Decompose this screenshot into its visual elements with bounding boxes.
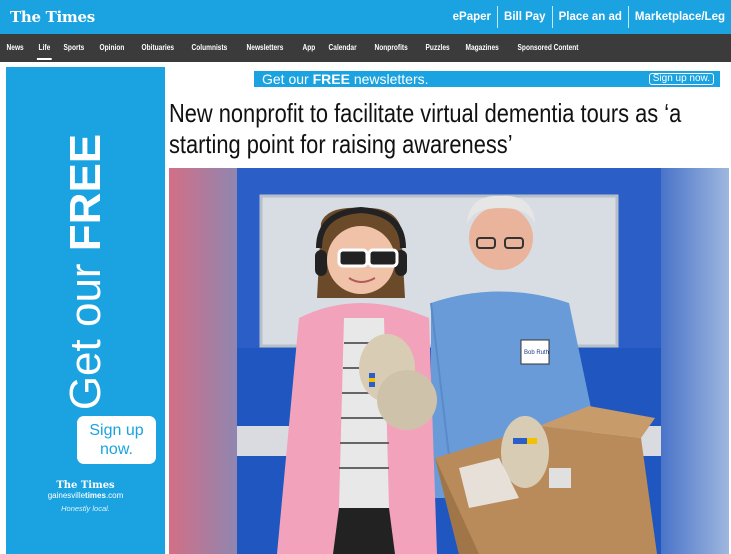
nav-item-sports[interactable]: Sports	[57, 34, 91, 62]
article-photo[interactable]: Bob Ruth	[169, 168, 729, 554]
ad-logo: The Times	[56, 480, 115, 491]
newsletter-side-ad[interactable]: Get our FREE Sign up now. The Times gain…	[6, 67, 165, 554]
nav-item-opinion[interactable]: Opinion	[93, 34, 131, 62]
banner-text: Get our FREE newsletters.	[262, 71, 429, 87]
nav-item-sponsored-content[interactable]: Sponsored Content	[511, 34, 585, 62]
ad-domain-bold: times	[85, 491, 106, 500]
nav-item-app[interactable]: App	[296, 34, 322, 62]
ad-domain-post: .com	[105, 491, 124, 500]
nav-item-nonprofits[interactable]: Nonprofits	[368, 34, 414, 62]
ad-signup-line1: Sign up	[89, 422, 144, 439]
name-badge-text: Bob Ruth	[524, 350, 549, 356]
top-link-place-ad[interactable]: Place an ad	[551, 6, 628, 28]
article-headline: New nonprofit to facilitate virtual deme…	[169, 98, 682, 159]
top-link-marketplace[interactable]: Marketplace/Leg	[627, 6, 731, 28]
nav-item-newsletters[interactable]: Newsletters	[240, 34, 290, 62]
main-nav: News Life Sports Opinion Obituaries Colu…	[0, 34, 731, 62]
newsletter-banner[interactable]: Get our FREE newsletters. Sign up now.	[254, 71, 720, 87]
ad-domain: gainesvilletimes.com	[6, 491, 165, 500]
ad-vertical-text: Get our FREE	[61, 134, 111, 410]
top-links: ePaper Bill Pay Place an ad Marketplace/…	[447, 0, 731, 34]
ad-text-emphasis: FREE	[60, 133, 110, 252]
ad-signup-button[interactable]: Sign up now.	[77, 416, 156, 464]
nav-item-columnists[interactable]: Columnists	[185, 34, 234, 62]
nav-item-obituaries[interactable]: Obituaries	[135, 34, 181, 62]
banner-text-emphasis: FREE	[312, 71, 350, 87]
ad-text-prefix: Get our	[60, 251, 110, 411]
banner-text-prefix: Get our	[262, 71, 313, 87]
nav-item-life[interactable]: Life	[32, 34, 57, 62]
ad-tagline: Honestly local.	[61, 504, 110, 513]
ad-signup-line2: now.	[100, 441, 133, 458]
top-bar: The Times ePaper Bill Pay Place an ad Ma…	[0, 0, 731, 34]
nav-item-puzzles[interactable]: Puzzles	[419, 34, 456, 62]
top-link-epaper[interactable]: ePaper	[447, 6, 497, 28]
banner-text-suffix: newsletters.	[349, 71, 429, 87]
nav-item-calendar[interactable]: Calendar	[322, 34, 363, 62]
top-link-bill-pay[interactable]: Bill Pay	[497, 6, 552, 28]
nav-item-news[interactable]: News	[0, 34, 30, 62]
banner-signup-button[interactable]: Sign up now.	[648, 73, 714, 85]
nav-item-magazines[interactable]: Magazines	[459, 34, 505, 62]
site-logo[interactable]: The Times	[10, 8, 95, 26]
ad-domain-pre: gainesville	[47, 491, 86, 500]
